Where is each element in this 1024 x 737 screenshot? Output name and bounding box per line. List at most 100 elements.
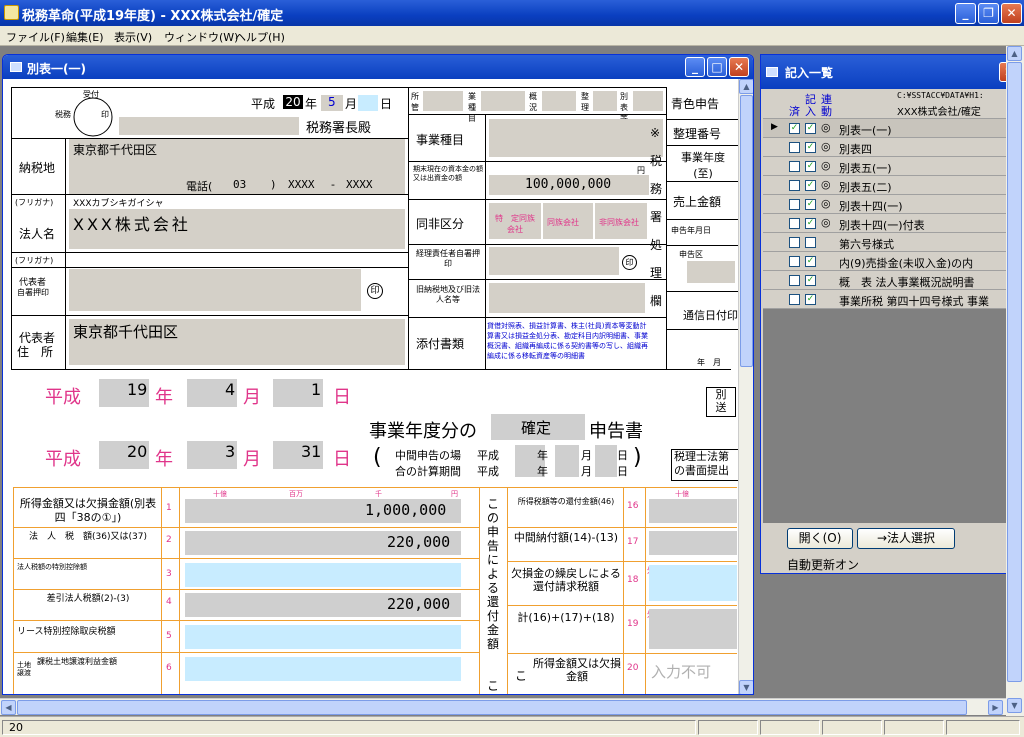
form-vertical-scrollbar[interactable]: ▲ ▼ [738,79,753,694]
line-3-input[interactable] [185,563,461,587]
menu-help[interactable]: ヘルプ(H) [235,29,285,45]
entry-link-checkbox[interactable]: ✓ [805,161,816,172]
form-maximize-button[interactable]: □ [707,57,727,77]
menu-edit[interactable]: 編集(E) [66,29,104,45]
menu-view[interactable]: 表示(V) [114,29,152,45]
code-input-4[interactable] [593,91,617,111]
header-day-label: 日 [380,97,393,111]
entry-row[interactable]: ✓ ◎ 別表十四(一) [763,195,1021,214]
entry-mark: ◎ [821,178,831,191]
tax-office-input[interactable] [119,117,299,135]
entry-done-checkbox[interactable]: ✓ [789,123,800,134]
entry-link-checkbox[interactable]: ✓ [805,218,816,229]
period-start-year: 19 [127,380,148,399]
phone-area[interactable]: 03 [233,178,246,191]
line-1-no: 1 [166,503,172,513]
menu-file[interactable]: ファイル(F) [6,29,65,45]
form-minimize-button[interactable]: _ [685,57,705,77]
entry-done-checkbox[interactable] [789,275,800,286]
officer-input[interactable] [489,247,619,275]
scroll-left-icon[interactable]: ◀ [1,700,16,715]
entry-done-checkbox[interactable] [789,161,800,172]
entry-name: 別表五(一) [839,162,892,175]
col-do: 動 [821,105,832,118]
line-16-input[interactable] [649,499,737,523]
menu-bar: ファイル(F) 編集(E) 表示(V) ウィンドウ(W) ヘルプ(H) [0,26,1024,46]
entry-row[interactable]: ✓ 事業所税 第四十四号様式 事業 [763,290,1021,309]
code-input-1[interactable] [423,91,463,111]
entry-done-checkbox[interactable] [789,199,800,210]
scroll-down-icon[interactable]: ▼ [739,680,753,694]
entry-row[interactable]: ✓ ◎ 別表五(二) [763,176,1021,195]
entry-done-checkbox[interactable] [789,180,800,191]
entry-row[interactable]: ✓ 内(9)売掛金(未収入金)の内 [763,252,1021,271]
entry-row[interactable]: 第六号様式 [763,233,1021,252]
interim-month-input[interactable] [555,445,579,477]
entry-mark: ◎ [821,159,831,172]
entry-link-checkbox[interactable] [805,237,816,248]
main-scroll-up-icon[interactable]: ▲ [1007,46,1022,61]
entry-row[interactable]: ▶ ✓ ✓ ◎ 別表一(一) [763,119,1021,138]
furigana-label-2: (フリガナ) [15,256,54,265]
phone-number[interactable]: XXXX [346,178,373,191]
entry-link-checkbox[interactable]: ✓ [805,275,816,286]
entry-row[interactable]: ✓ 概 表 法人事業概況説明書 [763,271,1021,290]
open-button[interactable]: 開く(O) [787,528,853,549]
status-bar: 20 [0,716,1024,737]
line-18-input[interactable] [649,565,737,601]
entry-link-checkbox[interactable]: ✓ [805,180,816,191]
scroll-up-icon[interactable]: ▲ [739,79,753,94]
entry-done-checkbox[interactable] [789,142,800,153]
interim-label-2: 合の計算期間 [395,465,461,478]
code-input-3[interactable] [542,91,576,111]
entry-done-checkbox[interactable] [789,256,800,267]
entry-row[interactable]: ✓ ◎ 別表十四(一)付表 [763,214,1021,233]
main-vertical-scrollbar[interactable]: ▲ ▼ [1006,46,1024,716]
main-hscroll-thumb[interactable] [17,700,967,715]
entry-done-checkbox[interactable] [789,294,800,305]
main-scroll-down-icon[interactable]: ▼ [1007,698,1022,713]
scroll-right-icon[interactable]: ▶ [988,700,1003,715]
header-day-input[interactable] [358,95,378,111]
filing-type-input[interactable] [687,261,735,283]
minimize-button[interactable]: _ [955,3,976,24]
main-scroll-thumb[interactable] [1007,62,1022,682]
restore-button[interactable]: ❐ [978,3,999,24]
line-4-no: 4 [166,597,172,607]
furigana-value[interactable]: XXXカブシキガイシャ [73,196,164,209]
entry-list-header: 記 連 済 入 動 C:¥SSTACC¥DATA¥H1: XXX株式会社/確定 [763,89,1021,119]
entry-list-empty-area [763,309,1021,523]
phone-exchange[interactable]: XXXX [288,178,315,191]
line-17-input[interactable] [649,531,737,555]
line-6-input[interactable] [185,657,461,681]
entry-done-checkbox[interactable] [789,237,800,248]
entry-link-checkbox[interactable]: ✓ [805,142,816,153]
entry-link-checkbox[interactable]: ✓ [805,294,816,305]
menu-window[interactable]: ウィンドウ(W) [164,29,238,45]
select-corp-button[interactable]: →法人選択 [857,528,955,549]
entry-link-checkbox[interactable]: ✓ [805,123,816,134]
form-close-button[interactable]: ✕ [729,57,749,77]
col-zumi: 済 [789,105,800,118]
entry-link-checkbox[interactable]: ✓ [805,256,816,267]
former-address-input[interactable] [489,283,645,313]
code-input-5[interactable] [633,91,663,111]
entry-done-checkbox[interactable] [789,218,800,229]
filing-date-label: 申告年月日 [671,226,711,235]
header-month-input[interactable]: 5 [328,95,336,109]
main-horizontal-scrollbar[interactable]: ◀ ▶ [0,698,1006,715]
close-button[interactable]: ✕ [1001,3,1022,24]
business-type-input[interactable] [489,119,663,157]
line-5-input[interactable] [185,625,461,649]
entry-list-title: 記入一覧 [785,66,834,80]
entry-row[interactable]: ✓ ◎ 別表四 [763,138,1021,157]
interim-day-input[interactable] [595,445,617,477]
line-19-input[interactable] [649,609,737,649]
entry-link-checkbox[interactable]: ✓ [805,199,816,210]
header-year-input[interactable]: 20 [283,95,303,109]
rep-name-input[interactable] [69,269,361,311]
entry-row[interactable]: ✓ ◎ 別表五(一) [763,157,1021,176]
form-scroll-thumb[interactable] [740,95,753,367]
zeirishi-box[interactable]: 税理士法第 の書面提出 [671,449,738,481]
code-input-2[interactable] [481,91,525,111]
